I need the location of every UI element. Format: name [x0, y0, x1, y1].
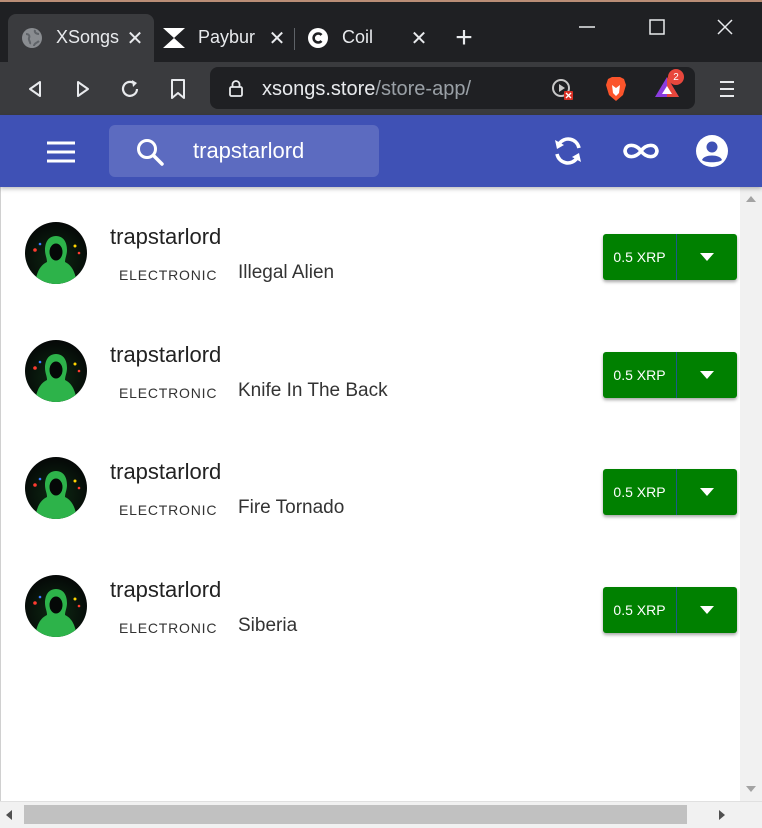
list-item: trapstarlord ELECTRONIC Fire Tornado 0.5…	[1, 422, 741, 540]
caret-down-icon	[700, 606, 714, 614]
media-blocked-icon[interactable]	[548, 75, 576, 103]
buy-options-dropdown[interactable]	[677, 587, 737, 633]
tab-payburn[interactable]: Payburn ✕	[154, 14, 294, 64]
scroll-left-icon[interactable]	[6, 810, 12, 820]
buy-price-button[interactable]: 0.5 XRP	[603, 352, 677, 398]
forward-icon[interactable]	[68, 74, 98, 104]
list-item: trapstarlord ELECTRONIC Siberia 0.5 XRP	[1, 540, 741, 658]
search-icon[interactable]	[135, 137, 165, 172]
buy-button-group: 0.5 XRP	[603, 352, 737, 398]
avatar	[25, 457, 87, 519]
minimize-icon[interactable]	[572, 12, 602, 42]
vertical-scrollbar[interactable]	[740, 187, 762, 801]
buy-options-dropdown[interactable]	[677, 352, 737, 398]
address-bar[interactable]: xsongs.store/store-app/	[210, 67, 695, 109]
sync-icon[interactable]	[550, 133, 586, 169]
notification-badge: 2	[668, 69, 684, 85]
song-list: trapstarlord ELECTRONIC Illegal Alien 0.…	[0, 187, 740, 801]
scroll-up-icon[interactable]	[746, 196, 756, 202]
song-title: Fire Tornado	[238, 497, 345, 518]
infinity-icon[interactable]	[620, 133, 662, 169]
avatar	[25, 575, 87, 637]
maximize-icon[interactable]	[642, 12, 672, 42]
tab-title: Payburn	[198, 27, 256, 47]
avatar	[25, 340, 87, 402]
scroll-right-icon[interactable]	[719, 810, 725, 820]
list-item: trapstarlord ELECTRONIC Illegal Alien 0.…	[1, 187, 741, 305]
tab-close-icon[interactable]: ✕	[406, 25, 432, 51]
scrollbar-thumb[interactable]	[24, 805, 687, 824]
song-title: Knife In The Back	[238, 380, 388, 401]
browser-tab-strip: XSongs ✕ Payburn ✕ Coil ✕ +	[0, 0, 762, 64]
buy-button-group: 0.5 XRP	[603, 469, 737, 515]
scroll-down-icon[interactable]	[746, 786, 756, 792]
song-title: Illegal Alien	[238, 262, 335, 283]
url-text: xsongs.store/store-app/	[262, 78, 471, 101]
lock-icon[interactable]	[228, 79, 244, 102]
buy-button-group: 0.5 XRP	[603, 587, 737, 633]
tab-close-icon[interactable]: ✕	[122, 25, 148, 51]
url-path: /store-app/	[375, 78, 471, 100]
url-domain: xsongs.store	[262, 78, 376, 100]
tab-close-icon[interactable]: ✕	[264, 25, 290, 51]
buy-price-button[interactable]: 0.5 XRP	[603, 234, 677, 280]
tab-title: Coil	[342, 27, 374, 47]
artist-name: trapstarlord	[110, 224, 222, 249]
account-icon[interactable]	[694, 133, 730, 169]
genre-label: ELECTRONIC	[119, 502, 218, 518]
genre-label: ELECTRONIC	[119, 267, 218, 283]
tab-title: XSongs	[56, 27, 120, 47]
horizontal-scrollbar[interactable]	[0, 801, 762, 828]
caret-down-icon	[700, 253, 714, 261]
browser-toolbar: xsongs.store/store-app/ 2	[0, 62, 762, 115]
payburn-logo-icon	[162, 26, 186, 50]
browser-menu-icon[interactable]	[712, 74, 742, 104]
new-tab-button[interactable]: +	[450, 21, 478, 54]
bookmark-icon[interactable]	[163, 74, 193, 104]
coil-logo-icon	[306, 26, 330, 50]
hamburger-menu-icon[interactable]	[44, 137, 78, 167]
search-input[interactable]	[193, 135, 373, 167]
back-icon[interactable]	[20, 74, 50, 104]
search-box	[109, 125, 379, 177]
buy-options-dropdown[interactable]	[677, 469, 737, 515]
genre-label: ELECTRONIC	[119, 385, 218, 401]
tab-xsongs[interactable]: XSongs ✕	[8, 14, 154, 64]
buy-price-button[interactable]: 0.5 XRP	[603, 469, 677, 515]
caret-down-icon	[700, 371, 714, 379]
tab-coil[interactable]: Coil ✕	[296, 14, 440, 64]
app-header	[0, 115, 762, 187]
buy-button-group: 0.5 XRP	[603, 234, 737, 280]
caret-down-icon	[700, 488, 714, 496]
reload-icon[interactable]	[115, 74, 145, 104]
buy-price-button[interactable]: 0.5 XRP	[603, 587, 677, 633]
list-item: trapstarlord ELECTRONIC Knife In The Bac…	[1, 305, 741, 423]
avatar	[25, 222, 87, 284]
brave-shield-icon[interactable]	[602, 75, 630, 103]
buy-options-dropdown[interactable]	[677, 234, 737, 280]
globe-icon	[20, 26, 44, 50]
genre-label: ELECTRONIC	[119, 620, 218, 636]
close-window-icon[interactable]	[710, 12, 740, 42]
song-title: Siberia	[238, 615, 298, 636]
artist-name: trapstarlord	[110, 577, 222, 602]
artist-name: trapstarlord	[110, 342, 222, 367]
brave-rewards-icon[interactable]: 2	[652, 69, 684, 102]
artist-name: trapstarlord	[110, 459, 222, 484]
tab-separator	[294, 28, 295, 50]
